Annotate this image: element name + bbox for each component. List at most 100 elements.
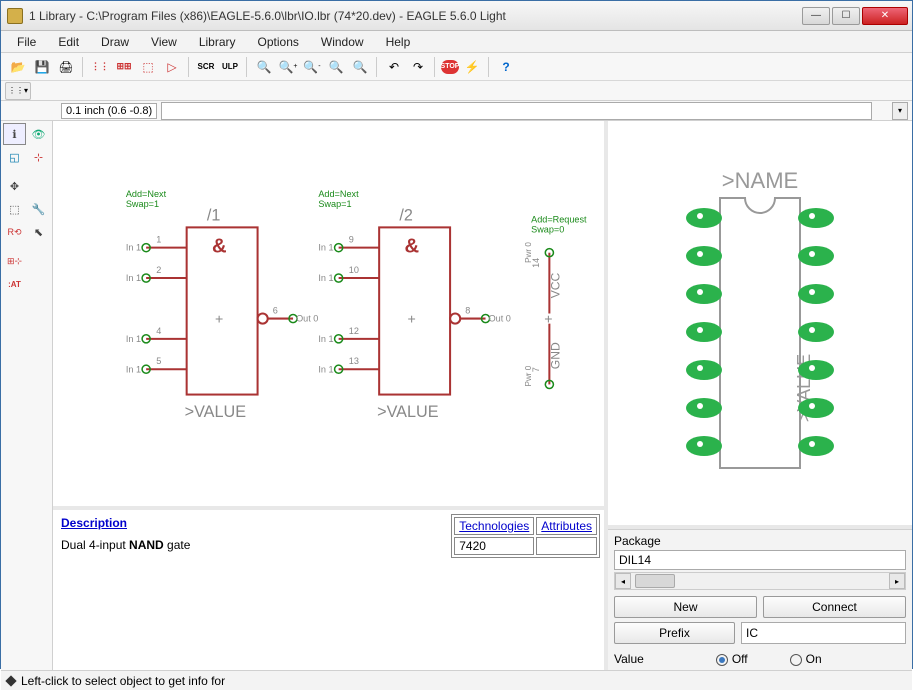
svg-text:+: + xyxy=(215,312,223,328)
show-tool-icon[interactable]: 👁 xyxy=(27,123,50,145)
zoom-in-icon[interactable]: 🔍+ xyxy=(277,56,299,78)
mark-tool-icon[interactable]: ⊹ xyxy=(27,146,50,168)
add-tool-icon[interactable]: ⊞⊹ xyxy=(3,250,26,272)
connect-button[interactable]: Connect xyxy=(763,596,906,618)
svg-text:4: 4 xyxy=(156,326,161,336)
value-on-radio[interactable] xyxy=(790,654,802,666)
scroll-left-icon[interactable]: ◂ xyxy=(615,573,631,589)
zoom-fit-icon[interactable]: 🔍 xyxy=(253,56,275,78)
wrench-tool-icon[interactable]: 🔧 xyxy=(27,198,50,220)
schematic-canvas[interactable]: Add=Next Swap=1 /1 & + >VALUE In 11 In 1… xyxy=(53,121,604,510)
grid-icon[interactable]: ⋮⋮▾ xyxy=(5,82,31,100)
prefix-button[interactable]: Prefix xyxy=(614,622,735,644)
tech-header[interactable]: Technologies xyxy=(454,517,534,535)
svg-text:In 1: In 1 xyxy=(126,334,141,344)
svg-text:9: 9 xyxy=(349,235,354,245)
new-button[interactable]: New xyxy=(614,596,757,618)
move-tool-icon[interactable]: ✥ xyxy=(3,175,26,197)
svg-text:+: + xyxy=(408,312,416,328)
svg-text:Pwr 0: Pwr 0 xyxy=(524,365,533,386)
package-name[interactable]: DIL14 xyxy=(614,550,906,570)
undo-icon[interactable]: ↶ xyxy=(383,56,405,78)
 xyxy=(27,250,50,272)
rename-tool-icon[interactable]: R⟲ xyxy=(3,221,26,243)
description-text: Dual 4-input NAND gate xyxy=(61,538,439,552)
open-icon[interactable]: 📂 xyxy=(7,56,29,78)
main-toolbar: 📂 💾 🖨 ⋮⋮ ⊞⊞ ⬚ ▷ SCR ULP 🔍 🔍+ 🔍- 🔍 🔍 ↶ ↷ … xyxy=(1,53,912,81)
save-icon[interactable]: 💾 xyxy=(31,56,53,78)
go-icon[interactable]: ⚡ xyxy=(461,56,483,78)
package-scrollbar[interactable]: ◂ ▸ xyxy=(614,572,906,590)
menu-draw[interactable]: Draw xyxy=(91,33,139,51)
zoom-select-icon[interactable]: 🔍 xyxy=(349,56,371,78)
svg-text:5: 5 xyxy=(156,356,161,366)
gate1-sym: & xyxy=(212,236,227,258)
info-tool-icon[interactable]: ℹ xyxy=(3,123,26,145)
gate2-add: Add=Next xyxy=(318,189,359,199)
svg-text:GND: GND xyxy=(549,342,563,369)
gate2-swap: Swap=1 xyxy=(318,199,351,209)
svg-text:In 1: In 1 xyxy=(318,364,333,374)
gate1-swap: Swap=1 xyxy=(126,199,159,209)
status-text: Left-click to select object to get info … xyxy=(21,674,225,688)
sym-icon[interactable]: ▷ xyxy=(161,56,183,78)
zoom-redraw-icon[interactable]: 🔍 xyxy=(325,56,347,78)
layers-tool-icon[interactable]: ◱ xyxy=(3,146,26,168)
description-header[interactable]: Description xyxy=(61,516,127,530)
status-icon xyxy=(5,675,16,686)
gate1-add: Add=Next xyxy=(126,189,167,199)
redo-icon[interactable]: ↷ xyxy=(407,56,429,78)
text-tool-icon[interactable]: :AT xyxy=(3,273,26,295)
menu-edit[interactable]: Edit xyxy=(48,33,89,51)
pkg-name-label: >NAME xyxy=(722,168,798,193)
menu-library[interactable]: Library xyxy=(189,33,246,51)
window-title: 1 Library - C:\Program Files (x86)\EAGLE… xyxy=(29,9,802,23)
package-canvas[interactable]: >NAME >VALUE xyxy=(608,121,912,529)
 xyxy=(27,175,50,197)
menu-file[interactable]: File xyxy=(7,33,46,51)
maximize-button[interactable]: ☐ xyxy=(832,7,860,25)
svg-text:Out 0: Out 0 xyxy=(296,314,318,324)
menu-window[interactable]: Window xyxy=(311,33,374,51)
minimize-button[interactable]: — xyxy=(802,7,830,25)
print-icon[interactable]: 🖨 xyxy=(55,56,77,78)
toc-icon[interactable]: ⋮⋮ xyxy=(89,56,111,78)
scroll-right-icon[interactable]: ▸ xyxy=(889,573,905,589)
menu-view[interactable]: View xyxy=(141,33,187,51)
power-add: Add=Request xyxy=(531,214,587,224)
attr-header[interactable]: Attributes xyxy=(536,517,597,535)
select-cursor-icon[interactable]: ⬉ xyxy=(27,221,50,243)
value-off-radio[interactable] xyxy=(716,654,728,666)
pkg-icon[interactable]: ⬚ xyxy=(137,56,159,78)
svg-text:6: 6 xyxy=(273,306,278,316)
command-input[interactable] xyxy=(161,102,872,120)
svg-text:2: 2 xyxy=(156,265,161,275)
svg-text:Out 0: Out 0 xyxy=(489,314,511,324)
menu-options[interactable]: Options xyxy=(248,33,309,51)
command-history-dropdown[interactable]: ▾ xyxy=(892,102,908,120)
tech-value[interactable]: 7420 xyxy=(454,537,534,555)
gate2-sym: & xyxy=(404,236,419,258)
svg-text:In 1: In 1 xyxy=(318,273,333,283)
prefix-input[interactable] xyxy=(741,622,906,644)
svg-text:12: 12 xyxy=(349,326,359,336)
value-label: Value xyxy=(614,652,644,666)
scr-icon[interactable]: SCR xyxy=(195,56,217,78)
close-button[interactable]: ✕ xyxy=(862,7,908,25)
gate1-name: /1 xyxy=(207,206,221,224)
dev-icon[interactable]: ⊞⊞ xyxy=(113,56,135,78)
power-swap: Swap=0 xyxy=(531,224,564,234)
menu-help[interactable]: Help xyxy=(376,33,421,51)
svg-text:Pwr 0: Pwr 0 xyxy=(524,242,533,263)
select-tool-icon[interactable]: ⬚ xyxy=(3,198,26,220)
help-icon[interactable]: ? xyxy=(495,56,517,78)
tool-palette: ℹ👁 ◱⊹ ✥ ⬚🔧 R⟲⬉ ⊞⊹ :AT xyxy=(1,121,53,670)
svg-text:In 1: In 1 xyxy=(126,364,141,374)
zoom-out-icon[interactable]: 🔍- xyxy=(301,56,323,78)
menubar: File Edit Draw View Library Options Wind… xyxy=(1,31,912,53)
svg-text:1: 1 xyxy=(156,235,161,245)
ulp-icon[interactable]: ULP xyxy=(219,56,241,78)
stop-icon[interactable]: STOP xyxy=(441,60,459,74)
svg-text:13: 13 xyxy=(349,356,359,366)
svg-text:In 1: In 1 xyxy=(318,243,333,253)
